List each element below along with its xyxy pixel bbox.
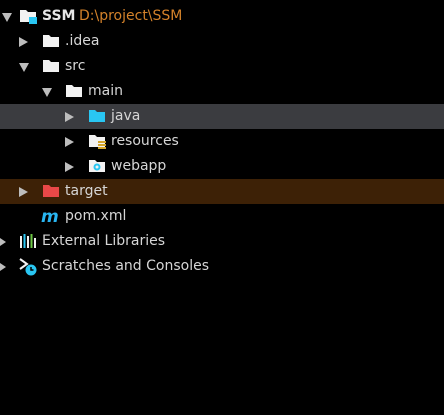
tree-item-external-libraries[interactable]: External Libraries (0, 229, 444, 254)
tree-item-label: pom.xml (65, 208, 127, 224)
svg-text:m: m (41, 207, 59, 225)
libraries-icon (19, 233, 37, 249)
expand-arrow-icon[interactable] (65, 162, 74, 172)
web-folder-icon (88, 158, 106, 174)
maven-file-icon: m (41, 207, 59, 227)
tree-item-label: .idea (65, 33, 100, 49)
tree-item-label: webapp (111, 158, 167, 174)
folder-icon (42, 33, 60, 49)
tree-item-pom-xml[interactable]: m pom.xml (0, 204, 444, 229)
expand-arrow-icon[interactable] (2, 13, 12, 22)
expand-arrow-icon[interactable] (19, 37, 28, 47)
tree-item-label: java (111, 108, 141, 124)
scratches-icon (19, 258, 37, 276)
tree-item-label: resources (111, 133, 179, 149)
folder-icon (42, 58, 60, 74)
tree-item-main[interactable]: main (0, 79, 444, 104)
tree-item-idea[interactable]: .idea (0, 29, 444, 54)
tree-item-resources[interactable]: resources (0, 129, 444, 154)
tree-item-ssm[interactable]: SSM D:\project\SSM (0, 4, 444, 29)
tree-item-label: SSM (42, 8, 76, 24)
tree-item-label: src (65, 58, 86, 74)
folder-icon (65, 83, 83, 99)
tree-item-java[interactable]: java (0, 104, 444, 129)
tree-item-label: target (65, 183, 108, 199)
project-tree: SSM D:\project\SSM .idea src main java r… (0, 4, 444, 279)
expand-arrow-icon[interactable] (0, 238, 6, 246)
expand-arrow-icon[interactable] (42, 88, 52, 97)
project-path: D:\project\SSM (79, 8, 183, 24)
tree-item-label: main (88, 83, 123, 99)
source-folder-icon (88, 108, 106, 124)
expand-arrow-icon[interactable] (65, 137, 74, 147)
tree-item-target[interactable]: target (0, 179, 444, 204)
tree-item-src[interactable]: src (0, 54, 444, 79)
tree-item-label: Scratches and Consoles (42, 258, 209, 274)
tree-item-webapp[interactable]: webapp (0, 154, 444, 179)
expand-arrow-icon[interactable] (19, 63, 29, 72)
tree-item-label: External Libraries (42, 233, 165, 249)
tree-item-scratches-and-consoles[interactable]: Scratches and Consoles (0, 254, 444, 279)
expand-arrow-icon[interactable] (65, 112, 74, 122)
module-folder-icon (19, 8, 37, 24)
expand-arrow-icon[interactable] (19, 187, 28, 197)
resources-folder-icon (88, 133, 106, 149)
expand-arrow-icon[interactable] (0, 263, 6, 271)
excluded-folder-icon (42, 183, 60, 199)
